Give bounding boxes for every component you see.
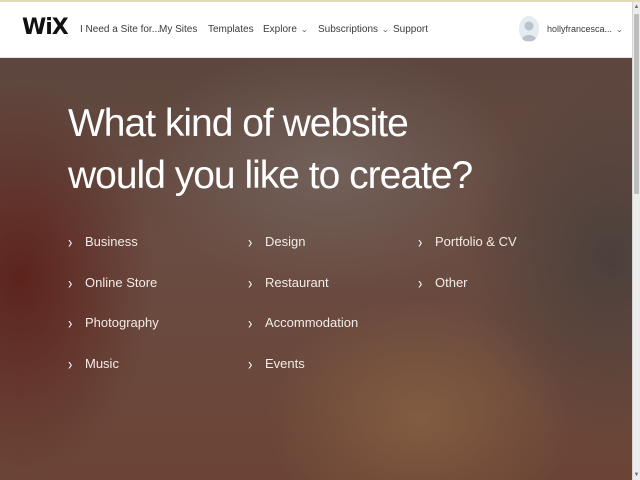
page-title: What kind of website would you like to c… <box>68 98 473 202</box>
wix-logo[interactable]: WiX <box>22 15 69 40</box>
nav-label: Templates <box>208 24 254 35</box>
chevron-right-icon: › <box>418 231 423 252</box>
option-events[interactable]: › Events <box>248 353 305 374</box>
option-label: Other <box>435 275 468 290</box>
option-label: Restaurant <box>265 275 329 290</box>
chevron-right-icon: › <box>248 231 253 252</box>
chevron-down-icon: ⌄ <box>615 25 624 34</box>
option-label: Accommodation <box>265 315 359 330</box>
chevron-right-icon: › <box>68 231 73 252</box>
title-line-1: What kind of website <box>68 102 409 145</box>
option-business[interactable]: › Business <box>68 231 138 252</box>
scroll-up-arrow-icon[interactable]: ▲ <box>633 2 640 12</box>
chevron-down-icon: ⌄ <box>381 25 390 34</box>
option-restaurant[interactable]: › Restaurant <box>248 272 329 293</box>
option-label: Photography <box>85 315 159 330</box>
nav-explore[interactable]: Explore ⌄ <box>263 24 308 35</box>
chevron-right-icon: › <box>68 353 73 374</box>
option-label: Online Store <box>85 275 158 290</box>
browser-page: WiX I Need a Site for... My Sites Templa… <box>0 0 640 480</box>
nav-label: Explore <box>263 24 297 35</box>
top-navigation-bar: WiX I Need a Site for... My Sites Templa… <box>0 2 632 58</box>
option-other[interactable]: › Other <box>418 272 468 293</box>
nav-support[interactable]: Support <box>393 24 428 35</box>
option-photography[interactable]: › Photography <box>68 312 159 333</box>
nav-label: My Sites <box>159 24 198 35</box>
option-label: Music <box>85 356 119 371</box>
title-line-2: would you like to create? <box>68 154 473 197</box>
chevron-right-icon: › <box>248 353 253 374</box>
nav-label: I Need a Site for... <box>80 24 161 35</box>
option-portfolio-cv[interactable]: › Portfolio & CV <box>418 231 517 252</box>
option-label: Business <box>85 234 138 249</box>
nav-i-need-a-site-for[interactable]: I Need a Site for... <box>80 24 160 35</box>
nav-label: Support <box>393 24 429 35</box>
user-name-label: hollyfrancesca... <box>547 24 613 34</box>
option-design[interactable]: › Design <box>248 231 306 252</box>
nav-templates[interactable]: Templates <box>208 24 254 35</box>
chevron-right-icon: › <box>248 272 253 293</box>
chevron-right-icon: › <box>418 272 423 293</box>
option-online-store[interactable]: › Online Store <box>68 272 158 293</box>
vertical-scrollbar[interactable]: ▲ ▼ <box>632 2 640 480</box>
chevron-right-icon: › <box>68 312 73 333</box>
option-music[interactable]: › Music <box>68 353 119 374</box>
nav-subscriptions[interactable]: Subscriptions ⌄ <box>318 24 389 35</box>
scrollbar-thumb[interactable] <box>634 14 639 194</box>
nav-label: Subscriptions <box>318 24 379 35</box>
scroll-down-arrow-icon[interactable]: ▼ <box>633 470 640 480</box>
nav-my-sites[interactable]: My Sites <box>159 24 197 35</box>
user-avatar-icon[interactable] <box>519 16 539 42</box>
chevron-right-icon: › <box>248 312 253 333</box>
option-label: Portfolio & CV <box>435 234 517 249</box>
site-type-selector-hero: What kind of website would you like to c… <box>0 58 632 480</box>
option-label: Design <box>265 234 306 249</box>
option-label: Events <box>265 356 305 371</box>
chevron-right-icon: › <box>68 272 73 293</box>
option-accommodation[interactable]: › Accommodation <box>248 312 359 333</box>
user-account-menu[interactable]: hollyfrancesca... ⌄ <box>547 24 623 34</box>
chevron-down-icon: ⌄ <box>300 25 309 34</box>
